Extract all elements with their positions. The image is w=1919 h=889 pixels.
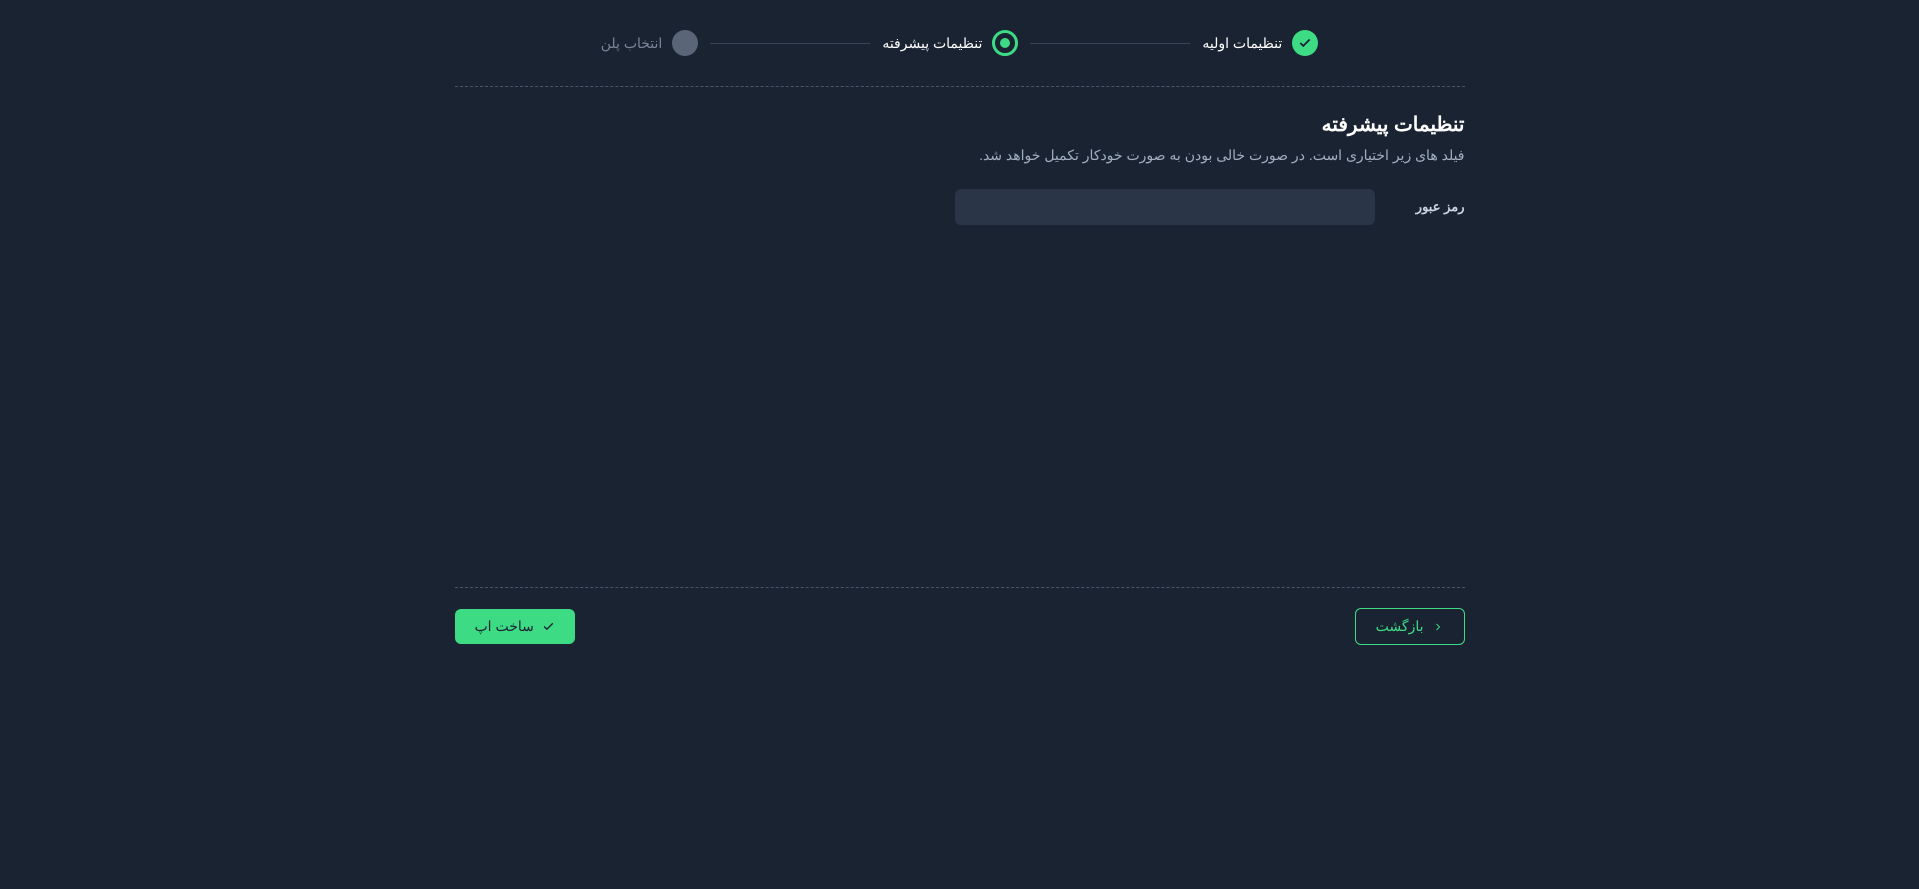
step-label: انتخاب پلن [601,35,663,52]
wizard-stepper: تنظیمات اولیه تنظیمات پیشرفته انتخاب پلن [455,30,1465,56]
page-title: تنظیمات پیشرفته [455,112,1465,137]
check-circle-icon [1292,30,1318,56]
wizard-footer: بازگشت ساخت اپ [455,588,1465,645]
create-app-button[interactable]: ساخت اپ [455,609,575,644]
password-input[interactable] [955,189,1375,225]
pending-step-icon [672,30,698,56]
password-row: رمز عبور [455,189,1465,225]
step-connector [1030,43,1190,44]
step-advanced-settings: تنظیمات پیشرفته [882,30,1018,56]
page-subtitle: فیلد های زیر اختیاری است. در صورت خالی ب… [455,147,1465,164]
form-content: تنظیمات پیشرفته فیلد های زیر اختیاری است… [455,87,1465,587]
current-step-icon [992,30,1018,56]
step-select-plan: انتخاب پلن [601,30,699,56]
password-label: رمز عبور [1395,199,1465,215]
back-button-label: بازگشت [1376,618,1424,635]
step-connector [710,43,870,44]
create-app-button-label: ساخت اپ [475,618,534,635]
step-initial-settings: تنظیمات اولیه [1202,30,1318,56]
back-button[interactable]: بازگشت [1355,608,1465,645]
step-label: تنظیمات پیشرفته [882,35,982,52]
chevron-right-icon [1432,621,1444,633]
check-icon [542,620,555,633]
step-label: تنظیمات اولیه [1202,35,1282,52]
